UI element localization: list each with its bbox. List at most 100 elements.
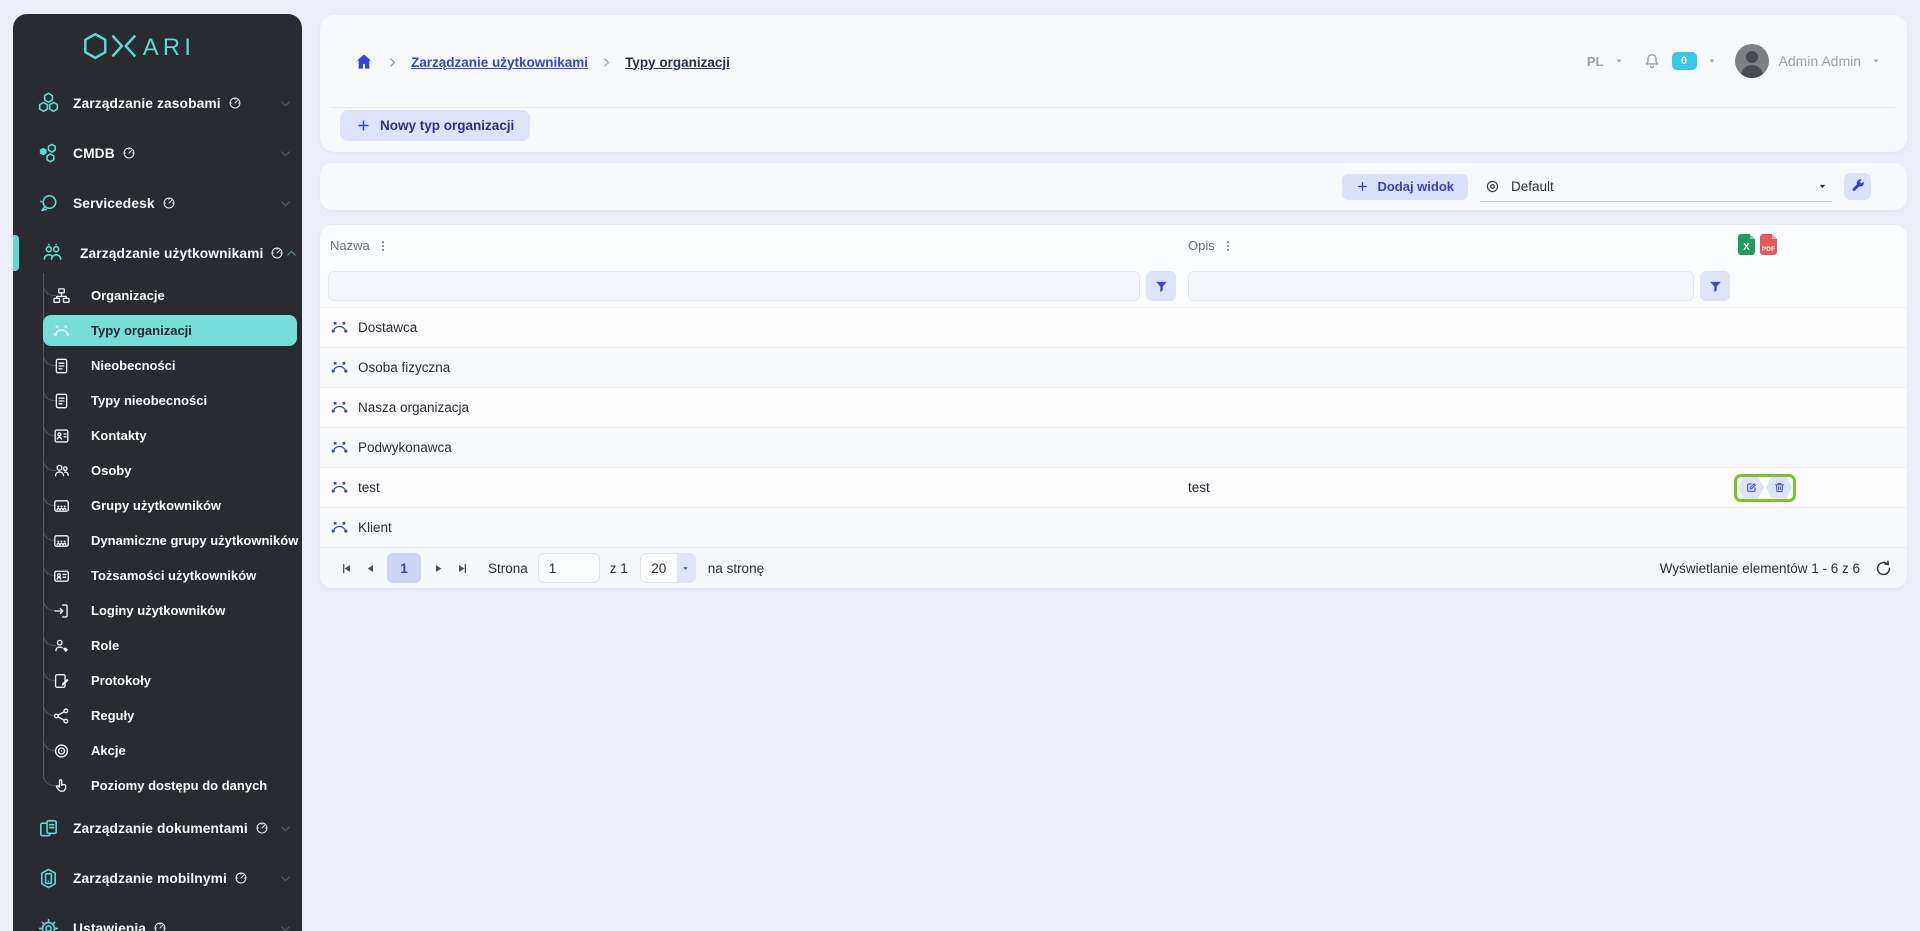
current-page-button[interactable]: 1 [387, 553, 421, 583]
sidebar-item-loginy-uzytkownikow[interactable]: Loginy użytkowników [13, 593, 302, 628]
previous-page-button[interactable] [358, 556, 382, 580]
sidebar-item-osoby[interactable]: Osoby [13, 453, 302, 488]
sidebar-item-label: Organizacje [91, 288, 165, 303]
per-page-label: na stronę [708, 561, 764, 576]
sidebar-item-poziomy-dostepu-do-danych[interactable]: Poziomy dostępu do danych [13, 768, 302, 803]
first-page-button[interactable] [334, 556, 358, 580]
page-size-select[interactable]: 20 [640, 553, 696, 583]
dashboard-gauge-icon[interactable] [162, 196, 176, 210]
bell-icon[interactable] [1642, 51, 1662, 71]
org-types-icon [52, 321, 71, 340]
sidebar-item-organizacje[interactable]: Organizacje [13, 278, 302, 313]
avatar[interactable] [1735, 44, 1769, 78]
caret-down-icon[interactable] [1871, 56, 1881, 66]
sidebar-item-ustawienia[interactable]: Ustawienia [13, 903, 302, 931]
sidebar-item-nieobecnosci[interactable]: Nieobecności [13, 348, 302, 383]
language-selector[interactable]: PL [1587, 54, 1604, 69]
org-type-name: Nasza organizacja [358, 400, 469, 415]
column-header-description[interactable]: Opis [1188, 238, 1235, 253]
table-row-klient[interactable]: Klient [320, 507, 1907, 547]
dashboard-gauge-icon[interactable] [234, 871, 248, 885]
description-filter-button[interactable] [1700, 271, 1730, 301]
breadcrumb-link-users[interactable]: Zarządzanie użytkownikami [411, 55, 588, 70]
kebab-menu-icon[interactable] [1221, 239, 1235, 253]
sidebar-item-cmdb[interactable]: CMDB [13, 128, 302, 178]
sidebar-item-typy-organizacji[interactable]: Typy organizacji [13, 313, 302, 348]
home-icon[interactable] [354, 52, 374, 72]
table-row-nasza-organizacja[interactable]: Nasza organizacja [320, 387, 1907, 427]
view-eye-icon [1484, 178, 1501, 195]
dashboard-gauge-icon[interactable] [153, 921, 167, 931]
export-excel-icon[interactable]: X [1738, 234, 1755, 255]
oxari-logo: ARI [13, 14, 302, 78]
last-page-button[interactable] [450, 556, 474, 580]
dynamic-groups-icon [52, 531, 71, 550]
add-view-button[interactable]: Dodaj widok [1342, 174, 1468, 200]
servicedesk-icon [37, 192, 60, 215]
sidebar-item-zarzadzanie-dokumentami[interactable]: Zarządzanie dokumentami [13, 803, 302, 853]
sidebar-item-zarzadzanie-zasobami[interactable]: Zarządzanie zasobami [13, 78, 302, 128]
name-filter-button[interactable] [1146, 271, 1176, 301]
caret-down-icon[interactable] [1707, 56, 1717, 66]
table-row-test[interactable]: test test [320, 467, 1907, 507]
view-select[interactable]: Default [1480, 172, 1832, 202]
header-divider [332, 107, 1895, 108]
refresh-icon[interactable] [1874, 559, 1893, 578]
settings-icon [37, 917, 60, 931]
sidebar-item-kontakty[interactable]: Kontakty [13, 418, 302, 453]
pagination-bar: 1 Strona z 1 20 na stronę Wyświetlanie e… [320, 547, 1907, 588]
next-page-button[interactable] [426, 556, 450, 580]
notification-badge[interactable]: 0 [1672, 52, 1697, 70]
sidebar-item-zarzadzanie-uzytkownikami[interactable]: Zarządzanie użytkownikami [13, 228, 302, 278]
svg-text:ARI: ARI [142, 34, 194, 61]
dashboard-gauge-icon[interactable] [122, 146, 136, 160]
view-settings-button[interactable] [1844, 173, 1871, 200]
sidebar-item-tozsamosci-uzytkownikow[interactable]: Tożsamości użytkowników [13, 558, 302, 593]
delete-button[interactable] [1766, 477, 1792, 499]
org-type-icon [330, 398, 349, 417]
table-header: Nazwa Opis X PDF [320, 225, 1907, 265]
user-name[interactable]: Admin Admin [1779, 53, 1861, 69]
protocols-icon [52, 671, 71, 690]
table-row-podwykonawca[interactable]: Podwykonawca [320, 427, 1907, 467]
sidebar-item-servicedesk[interactable]: Servicedesk [13, 178, 302, 228]
documents-icon [37, 817, 60, 840]
description-filter-input[interactable] [1188, 271, 1694, 301]
caret-down-icon[interactable] [1614, 56, 1624, 66]
column-header-name[interactable]: Nazwa [330, 238, 390, 253]
dashboard-gauge-icon[interactable] [270, 246, 284, 260]
caret-down-icon [677, 554, 695, 582]
name-filter-input[interactable] [328, 271, 1140, 301]
sidebar-item-akcje[interactable]: Akcje [13, 733, 302, 768]
items-summary: Wyświetlanie elementów 1 - 6 z 6 [1660, 561, 1860, 576]
sidebar-item-label: Loginy użytkowników [91, 603, 225, 618]
chevron-down-icon [278, 921, 293, 931]
organizations-icon [52, 286, 71, 305]
sidebar-submenu: Organizacje Typy organizacji Nieobecnośc… [13, 278, 302, 803]
sidebar-item-dynamiczne-grupy-uzytkownikow[interactable]: Dynamiczne grupy użytkowników [13, 523, 302, 558]
org-type-icon [330, 518, 349, 537]
sidebar-item-label: Kontakty [91, 428, 147, 443]
sidebar-item-role[interactable]: Role [13, 628, 302, 663]
sidebar-item-label: CMDB [73, 146, 115, 161]
rules-icon [52, 706, 71, 725]
page-number-input[interactable] [538, 553, 600, 583]
breadcrumb-current[interactable]: Typy organizacji [625, 55, 730, 70]
sidebar-item-typy-nieobecnosci[interactable]: Typy nieobecności [13, 383, 302, 418]
edit-button[interactable] [1738, 477, 1764, 499]
sidebar-item-protokoly[interactable]: Protokoły [13, 663, 302, 698]
table-row-dostawca[interactable]: Dostawca [320, 307, 1907, 347]
new-org-type-button[interactable]: Nowy typ organizacji [340, 110, 530, 141]
sidebar-item-zarzadzanie-mobilnymi[interactable]: Zarządzanie mobilnymi [13, 853, 302, 903]
table-row-osoba-fizyczna[interactable]: Osoba fizyczna [320, 347, 1907, 387]
kebab-menu-icon[interactable] [376, 239, 390, 253]
sidebar-item-label: Ustawienia [73, 921, 146, 931]
dashboard-gauge-icon[interactable] [255, 821, 269, 835]
org-type-description: test [1188, 468, 1210, 507]
sidebar-item-label: Zarządzanie użytkownikami [80, 246, 263, 261]
dashboard-gauge-icon[interactable] [228, 96, 242, 110]
sidebar-item-grupy-uzytkownikow[interactable]: Grupy użytkowników [13, 488, 302, 523]
sidebar-item-reguly[interactable]: Reguły [13, 698, 302, 733]
active-section-bar [13, 235, 19, 271]
export-pdf-icon[interactable]: PDF [1760, 234, 1777, 255]
